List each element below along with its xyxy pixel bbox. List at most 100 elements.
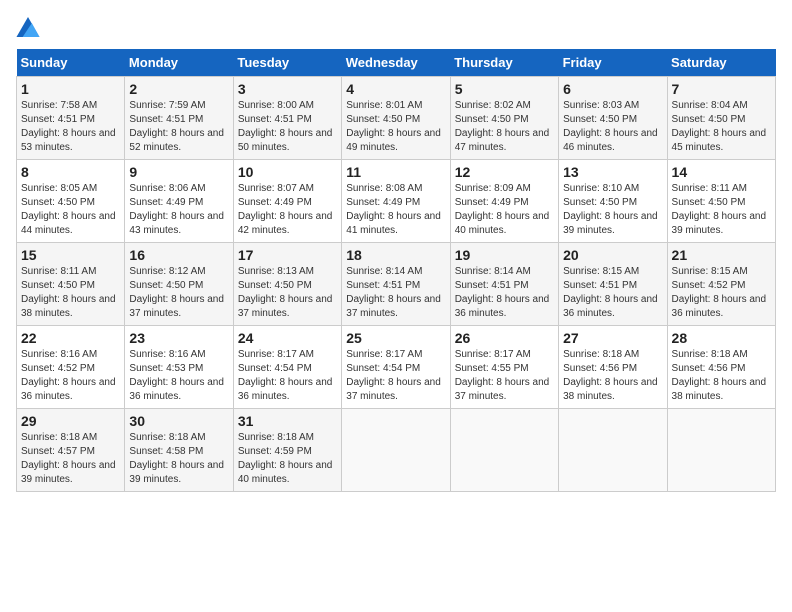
day-number: 5 bbox=[455, 81, 554, 97]
calendar-cell: 27 Sunrise: 8:18 AMSunset: 4:56 PMDayligh… bbox=[559, 326, 667, 409]
day-number: 27 bbox=[563, 330, 662, 346]
calendar-cell: 14 Sunrise: 8:11 AMSunset: 4:50 PMDayligh… bbox=[667, 160, 775, 243]
day-info: Sunrise: 8:03 AMSunset: 4:50 PMDaylight:… bbox=[563, 99, 662, 155]
day-info: Sunrise: 8:18 AMSunset: 4:58 PMDaylight:… bbox=[129, 431, 228, 487]
day-number: 23 bbox=[129, 330, 228, 346]
day-number: 12 bbox=[455, 164, 554, 180]
calendar-cell: 3 Sunrise: 8:00 AMSunset: 4:51 PMDaylight… bbox=[233, 77, 341, 160]
day-info: Sunrise: 8:07 AMSunset: 4:49 PMDaylight:… bbox=[238, 182, 337, 238]
week-row-5: 29Sunrise: 8:18 AMSunset: 4:57 PMDayligh… bbox=[17, 409, 776, 492]
calendar-cell: 12 Sunrise: 8:09 AMSunset: 4:49 PMDayligh… bbox=[450, 160, 558, 243]
logo bbox=[16, 16, 44, 37]
day-info: Sunrise: 8:16 AMSunset: 4:53 PMDaylight:… bbox=[129, 348, 228, 404]
calendar-cell: 1 Sunrise: 7:58 AMSunset: 4:51 PMDaylight… bbox=[17, 77, 125, 160]
day-info: Sunrise: 8:15 AMSunset: 4:51 PMDaylight:… bbox=[563, 265, 662, 321]
day-number: 11 bbox=[346, 164, 445, 180]
calendar-cell: 20 Sunrise: 8:15 AMSunset: 4:51 PMDayligh… bbox=[559, 243, 667, 326]
day-number: 20 bbox=[563, 247, 662, 263]
day-info: Sunrise: 8:01 AMSunset: 4:50 PMDaylight:… bbox=[346, 99, 445, 155]
col-header-friday: Friday bbox=[559, 49, 667, 77]
day-number: 25 bbox=[346, 330, 445, 346]
day-info: Sunrise: 8:14 AMSunset: 4:51 PMDaylight:… bbox=[455, 265, 554, 321]
calendar-cell bbox=[667, 409, 775, 492]
calendar-cell: 21 Sunrise: 8:15 AMSunset: 4:52 PMDayligh… bbox=[667, 243, 775, 326]
day-info: Sunrise: 8:11 AMSunset: 4:50 PMDaylight:… bbox=[21, 265, 120, 321]
calendar-cell: 30 Sunrise: 8:18 AMSunset: 4:58 PMDayligh… bbox=[125, 409, 233, 492]
day-number: 26 bbox=[455, 330, 554, 346]
day-number: 8 bbox=[21, 164, 120, 180]
day-info: Sunrise: 8:08 AMSunset: 4:49 PMDaylight:… bbox=[346, 182, 445, 238]
day-number: 3 bbox=[238, 81, 337, 97]
day-number: 28 bbox=[672, 330, 771, 346]
calendar-cell: 8 Sunrise: 8:05 AMSunset: 4:50 PMDaylight… bbox=[17, 160, 125, 243]
day-number: 6 bbox=[563, 81, 662, 97]
day-number: 21 bbox=[672, 247, 771, 263]
day-info: Sunrise: 8:04 AMSunset: 4:50 PMDaylight:… bbox=[672, 99, 771, 155]
logo-icon bbox=[16, 17, 40, 37]
calendar-cell: 9 Sunrise: 8:06 AMSunset: 4:49 PMDaylight… bbox=[125, 160, 233, 243]
calendar-cell: 11 Sunrise: 8:08 AMSunset: 4:49 PMDayligh… bbox=[342, 160, 450, 243]
day-info: Sunrise: 8:06 AMSunset: 4:49 PMDaylight:… bbox=[129, 182, 228, 238]
day-number: 19 bbox=[455, 247, 554, 263]
calendar-cell: 25 Sunrise: 8:17 AMSunset: 4:54 PMDayligh… bbox=[342, 326, 450, 409]
day-info: Sunrise: 8:00 AMSunset: 4:51 PMDaylight:… bbox=[238, 99, 337, 155]
day-info: Sunrise: 8:17 AMSunset: 4:54 PMDaylight:… bbox=[238, 348, 337, 404]
day-number: 29 bbox=[21, 413, 120, 429]
calendar-cell: 16Sunrise: 8:12 AMSunset: 4:50 PMDayligh… bbox=[125, 243, 233, 326]
calendar-cell: 18 Sunrise: 8:14 AMSunset: 4:51 PMDayligh… bbox=[342, 243, 450, 326]
day-info: Sunrise: 8:14 AMSunset: 4:51 PMDaylight:… bbox=[346, 265, 445, 321]
day-number: 15 bbox=[21, 247, 120, 263]
day-info: Sunrise: 8:18 AMSunset: 4:56 PMDaylight:… bbox=[672, 348, 771, 404]
calendar-cell: 7 Sunrise: 8:04 AMSunset: 4:50 PMDaylight… bbox=[667, 77, 775, 160]
week-row-1: 1 Sunrise: 7:58 AMSunset: 4:51 PMDaylight… bbox=[17, 77, 776, 160]
calendar-cell: 22Sunrise: 8:16 AMSunset: 4:52 PMDayligh… bbox=[17, 326, 125, 409]
day-info: Sunrise: 8:17 AMSunset: 4:54 PMDaylight:… bbox=[346, 348, 445, 404]
week-row-3: 15 Sunrise: 8:11 AMSunset: 4:50 PMDayligh… bbox=[17, 243, 776, 326]
day-info: Sunrise: 8:11 AMSunset: 4:50 PMDaylight:… bbox=[672, 182, 771, 238]
day-number: 13 bbox=[563, 164, 662, 180]
calendar-cell: 17Sunrise: 8:13 AMSunset: 4:50 PMDayligh… bbox=[233, 243, 341, 326]
day-number: 24 bbox=[238, 330, 337, 346]
calendar-cell: 29Sunrise: 8:18 AMSunset: 4:57 PMDayligh… bbox=[17, 409, 125, 492]
day-number: 18 bbox=[346, 247, 445, 263]
col-header-tuesday: Tuesday bbox=[233, 49, 341, 77]
day-info: Sunrise: 8:05 AMSunset: 4:50 PMDaylight:… bbox=[21, 182, 120, 238]
day-info: Sunrise: 8:16 AMSunset: 4:52 PMDaylight:… bbox=[21, 348, 120, 404]
day-number: 1 bbox=[21, 81, 120, 97]
calendar-cell: 23 Sunrise: 8:16 AMSunset: 4:53 PMDayligh… bbox=[125, 326, 233, 409]
col-header-wednesday: Wednesday bbox=[342, 49, 450, 77]
header-row: SundayMondayTuesdayWednesdayThursdayFrid… bbox=[17, 49, 776, 77]
day-number: 9 bbox=[129, 164, 228, 180]
day-info: Sunrise: 7:58 AMSunset: 4:51 PMDaylight:… bbox=[21, 99, 120, 155]
day-number: 30 bbox=[129, 413, 228, 429]
calendar-table: SundayMondayTuesdayWednesdayThursdayFrid… bbox=[16, 49, 776, 492]
calendar-cell: 28 Sunrise: 8:18 AMSunset: 4:56 PMDayligh… bbox=[667, 326, 775, 409]
day-info: Sunrise: 8:18 AMSunset: 4:56 PMDaylight:… bbox=[563, 348, 662, 404]
week-row-2: 8 Sunrise: 8:05 AMSunset: 4:50 PMDaylight… bbox=[17, 160, 776, 243]
col-header-saturday: Saturday bbox=[667, 49, 775, 77]
calendar-cell: 6 Sunrise: 8:03 AMSunset: 4:50 PMDaylight… bbox=[559, 77, 667, 160]
col-header-monday: Monday bbox=[125, 49, 233, 77]
day-number: 4 bbox=[346, 81, 445, 97]
day-number: 7 bbox=[672, 81, 771, 97]
day-info: Sunrise: 8:12 AMSunset: 4:50 PMDaylight:… bbox=[129, 265, 228, 321]
day-info: Sunrise: 8:15 AMSunset: 4:52 PMDaylight:… bbox=[672, 265, 771, 321]
day-number: 10 bbox=[238, 164, 337, 180]
calendar-cell: 4 Sunrise: 8:01 AMSunset: 4:50 PMDaylight… bbox=[342, 77, 450, 160]
calendar-cell: 13 Sunrise: 8:10 AMSunset: 4:50 PMDayligh… bbox=[559, 160, 667, 243]
day-number: 14 bbox=[672, 164, 771, 180]
calendar-cell: 31Sunrise: 8:18 AMSunset: 4:59 PMDayligh… bbox=[233, 409, 341, 492]
calendar-cell: 26Sunrise: 8:17 AMSunset: 4:55 PMDayligh… bbox=[450, 326, 558, 409]
day-number: 31 bbox=[238, 413, 337, 429]
day-info: Sunrise: 8:02 AMSunset: 4:50 PMDaylight:… bbox=[455, 99, 554, 155]
day-info: Sunrise: 8:09 AMSunset: 4:49 PMDaylight:… bbox=[455, 182, 554, 238]
calendar-cell: 19 Sunrise: 8:14 AMSunset: 4:51 PMDayligh… bbox=[450, 243, 558, 326]
week-row-4: 22Sunrise: 8:16 AMSunset: 4:52 PMDayligh… bbox=[17, 326, 776, 409]
col-header-thursday: Thursday bbox=[450, 49, 558, 77]
day-info: Sunrise: 8:10 AMSunset: 4:50 PMDaylight:… bbox=[563, 182, 662, 238]
calendar-cell bbox=[342, 409, 450, 492]
header bbox=[16, 16, 776, 37]
calendar-cell: 5 Sunrise: 8:02 AMSunset: 4:50 PMDaylight… bbox=[450, 77, 558, 160]
day-info: Sunrise: 7:59 AMSunset: 4:51 PMDaylight:… bbox=[129, 99, 228, 155]
day-number: 17 bbox=[238, 247, 337, 263]
